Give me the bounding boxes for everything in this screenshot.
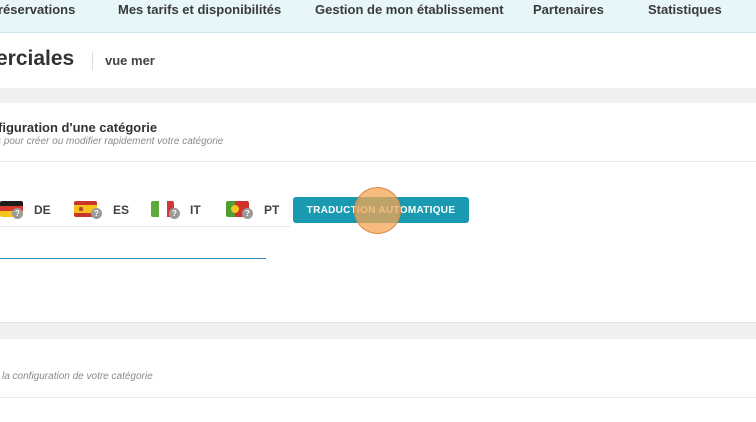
section-divider (0, 397, 756, 398)
section-description: la configuration de votre catégorie (2, 371, 153, 382)
help-badge-icon: ? (242, 208, 253, 219)
language-code: PT (264, 203, 280, 217)
help-badge-icon: ? (12, 208, 23, 219)
section-gap (0, 322, 756, 339)
page-title: erciales (0, 47, 75, 70)
help-badge-icon: ? (169, 208, 180, 219)
category-settings-panel: la configuration de votre catégorie (0, 339, 756, 422)
auto-translate-button[interactable]: TRADUCTION AUTOMATIQUE (293, 197, 469, 223)
language-code: IT (190, 203, 201, 217)
section-title: figuration d'une catégorie (0, 120, 158, 135)
category-name-input[interactable] (0, 258, 266, 259)
section-description: s pour créer ou modifier rapidement votr… (0, 136, 224, 147)
nav-item-statistics[interactable]: Statistiques (648, 2, 722, 17)
section-gap (0, 88, 756, 103)
nav-item-partners[interactable]: Partenaires (533, 2, 604, 17)
language-code: DE (34, 203, 51, 217)
section-divider (0, 161, 756, 162)
top-navigation: réservations Mes tarifs et disponibilité… (0, 0, 756, 33)
nav-item-rates-availability[interactable]: Mes tarifs et disponibilités (118, 2, 281, 17)
language-code: ES (113, 203, 130, 217)
page-header: erciales vue mer (0, 33, 756, 88)
page-subtitle: vue mer (105, 53, 155, 68)
language-tabs-baseline (0, 226, 290, 227)
title-separator (92, 52, 93, 70)
help-badge-icon: ? (91, 208, 102, 219)
nav-item-reservations[interactable]: réservations (0, 2, 75, 17)
nav-item-establishment-management[interactable]: Gestion de mon établissement (315, 2, 504, 17)
